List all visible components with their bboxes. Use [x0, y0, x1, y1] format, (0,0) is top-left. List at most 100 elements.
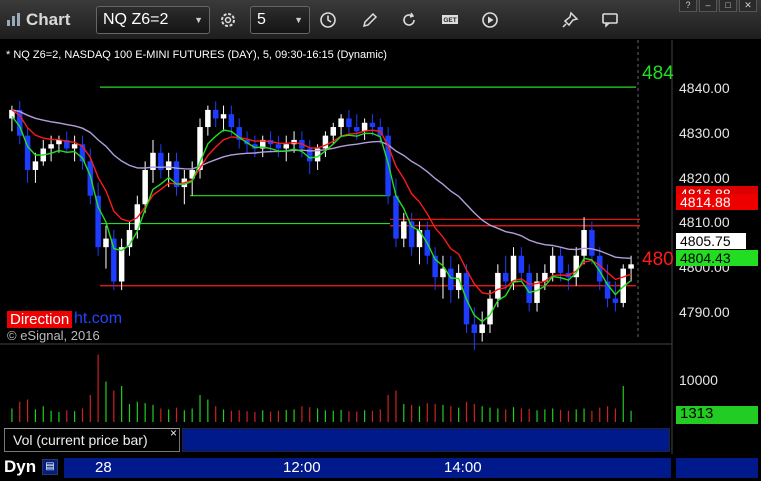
pin-icon — [562, 11, 579, 28]
chart-area[interactable]: * NQ Z6=2, NASDAQ 100 E-MINI FUTURES (DA… — [0, 40, 761, 481]
candle-body — [275, 144, 282, 149]
play-button[interactable] — [476, 6, 504, 34]
pin-button[interactable] — [556, 6, 584, 34]
refresh-button[interactable] — [395, 6, 423, 34]
gear-icon — [221, 13, 235, 27]
close-window-button[interactable]: ✕ — [739, 0, 757, 12]
title-bar: Chart NQ Z6=2 ▼ 5 ▼ GET ? – □ ✕ — [0, 0, 761, 40]
candle-body — [518, 255, 525, 273]
symbol-field[interactable]: NQ Z6=2 ▼ — [96, 6, 210, 34]
clock-icon — [320, 12, 336, 28]
candle-body — [205, 109, 211, 128]
candle-body — [495, 272, 501, 299]
volume-study-close-button[interactable]: × — [170, 426, 177, 440]
candle-body — [510, 255, 517, 282]
lower-red-level-label: 480 — [642, 249, 674, 270]
candle-body — [212, 109, 219, 119]
candle-body — [369, 122, 376, 128]
price-tick: 4840.00 — [679, 80, 730, 96]
candle-body — [526, 272, 532, 303]
candle-body — [118, 247, 125, 282]
candle-body — [502, 272, 509, 282]
minimize-window-button[interactable]: – — [699, 0, 717, 12]
time-label: 12:00 — [283, 459, 321, 476]
pencil-icon — [362, 12, 378, 28]
comment-icon — [602, 13, 618, 28]
candle-body — [103, 238, 109, 248]
window-controls: ? – □ ✕ — [679, 0, 757, 14]
red-level-tag-b: 4814.88 — [676, 194, 758, 210]
candle-body — [220, 114, 227, 119]
volume-tick: 10000 — [679, 372, 718, 388]
volume-last-tag: 1313 — [676, 406, 758, 424]
time-label: 14:00 — [444, 459, 482, 476]
candle-body — [338, 118, 344, 128]
candle-body — [581, 230, 587, 256]
candle-body — [455, 272, 462, 291]
app-title: Chart — [6, 10, 70, 30]
candle-body — [612, 298, 619, 303]
volume-study-label-text: Vol (current price bar) — [13, 432, 148, 448]
candle-body — [471, 324, 478, 333]
candle-body — [448, 268, 454, 291]
dynamic-lock-icon[interactable]: ▤ — [42, 459, 58, 475]
candle-body — [354, 127, 360, 132]
settings-gear-button[interactable] — [214, 6, 242, 34]
symbol-value: NQ Z6=2 — [103, 11, 169, 28]
candle-body — [165, 161, 172, 170]
watermark-direction: Direction — [7, 311, 73, 328]
interval-field[interactable]: 5 ▼ — [250, 6, 310, 34]
app-title-text: Chart — [26, 10, 71, 29]
copyright-text: © eSignal, 2016 — [7, 328, 100, 343]
price-tick: 4790.00 — [679, 304, 730, 320]
candle-body — [330, 127, 336, 136]
candle-body — [71, 144, 78, 149]
candle-body — [95, 195, 101, 248]
candle-body — [361, 122, 368, 132]
time-scroll-bar[interactable] — [64, 458, 671, 478]
candle-body — [228, 114, 235, 128]
candle-body — [401, 221, 407, 239]
time-label: 28 — [95, 459, 112, 476]
candle-body — [589, 230, 595, 256]
comment-button[interactable] — [596, 6, 624, 34]
price-tick: 4810.00 — [679, 214, 730, 230]
candle-body — [628, 264, 634, 269]
green-level-tag: 4804.43 — [676, 250, 758, 266]
symbol-dropdown-icon[interactable]: ▼ — [194, 7, 203, 33]
interval-value: 5 — [257, 11, 266, 28]
watermark-domain: ht.com — [74, 310, 123, 327]
last-price-tag: 4805.75 — [676, 233, 746, 249]
candle-body — [393, 195, 399, 239]
draw-button[interactable] — [356, 6, 384, 34]
play-icon — [482, 12, 498, 28]
get-icon: GET — [442, 15, 458, 24]
candle-body — [48, 144, 54, 149]
time-scroll-end[interactable] — [676, 458, 758, 478]
candle-body — [32, 161, 39, 170]
refresh-icon — [403, 12, 415, 26]
candle-body — [142, 169, 148, 205]
candle-body — [557, 255, 564, 273]
chart-icon — [7, 13, 20, 26]
maximize-window-button[interactable]: □ — [719, 0, 737, 12]
price-tick: 4820.00 — [679, 170, 730, 186]
help-window-button[interactable]: ? — [679, 0, 697, 12]
upper-green-level-label: 484 — [642, 63, 674, 84]
candle-body — [283, 144, 289, 149]
symbol-description: * NQ Z6=2, NASDAQ 100 E-MINI FUTURES (DA… — [6, 49, 387, 61]
volume-study-label[interactable]: Vol (current price bar) — [4, 428, 180, 452]
candle-body — [479, 324, 485, 333]
interval-clock-button[interactable] — [314, 6, 342, 34]
get-button[interactable]: GET — [436, 6, 464, 34]
candle-body — [534, 281, 540, 303]
get-icon-text: GET — [443, 17, 456, 24]
volume-study-strip — [182, 428, 670, 452]
dynamic-label: Dyn — [4, 457, 37, 476]
price-tick: 4830.00 — [679, 125, 730, 141]
candle-body — [111, 238, 117, 282]
interval-dropdown-icon[interactable]: ▼ — [294, 7, 303, 33]
candle-body — [549, 255, 556, 273]
time-axis[interactable]: Dyn ▤ 28 12:00 14:00 — [0, 454, 761, 481]
candle-body — [346, 118, 352, 128]
